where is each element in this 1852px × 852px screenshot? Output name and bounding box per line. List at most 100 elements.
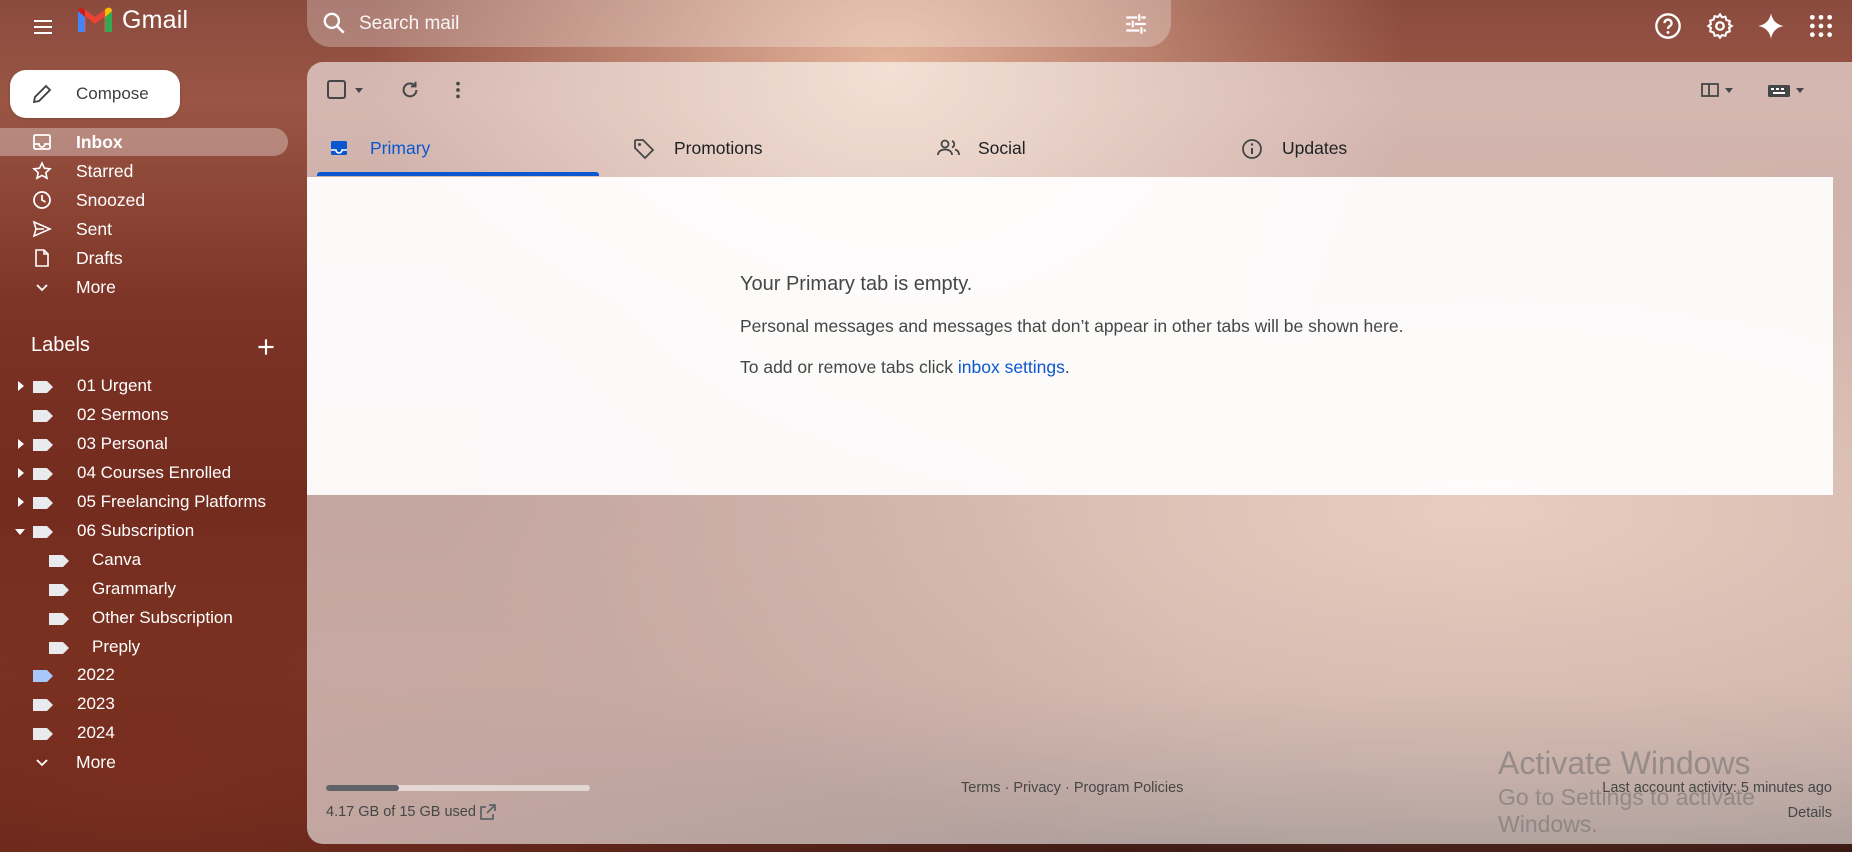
- gmail-m-icon: [78, 7, 112, 32]
- more-actions-button[interactable]: [447, 79, 469, 101]
- nav-item-label: Sent: [76, 219, 112, 239]
- last-account-activity: Last account activity: 5 minutes ago: [1602, 780, 1832, 796]
- label-text: 03 Personal: [77, 434, 168, 453]
- input-tools-toggle[interactable]: [1767, 80, 1807, 100]
- nav-item-label: More: [76, 277, 116, 297]
- caret-right-icon[interactable]: [17, 497, 25, 507]
- nav-item-label: Drafts: [76, 248, 123, 268]
- people-icon: [937, 138, 961, 158]
- caret-down-icon[interactable]: [15, 528, 25, 536]
- category-tabs: Primary Promotions Social Updates: [317, 120, 1841, 176]
- empty-state-title: Your Primary tab is empty.: [740, 273, 973, 295]
- search-input[interactable]: [359, 0, 1059, 47]
- privacy-link[interactable]: Privacy: [1013, 780, 1061, 796]
- label-text: Other Subscription: [92, 608, 233, 627]
- label-item-canva[interactable]: Canva: [0, 547, 288, 574]
- nav-item-inbox[interactable]: Inbox: [0, 128, 288, 156]
- keyboard-icon: [1768, 85, 1804, 97]
- tab-updates[interactable]: Updates: [1229, 120, 1511, 176]
- hint-suffix: .: [1064, 357, 1070, 377]
- caret-right-icon[interactable]: [17, 439, 25, 449]
- info-icon: [1241, 138, 1263, 160]
- clock-icon: [32, 190, 52, 210]
- select-all-checkbox[interactable]: [327, 80, 365, 100]
- details-link[interactable]: Details: [1788, 805, 1832, 821]
- help-button[interactable]: [1650, 8, 1686, 44]
- search-icon[interactable]: [321, 10, 347, 36]
- nav-item-sent[interactable]: Sent: [0, 215, 288, 243]
- footer-links: Terms · Privacy · Program Policies: [961, 780, 1183, 796]
- label-item-05-freelancing[interactable]: 05 Freelancing Platforms: [0, 489, 288, 516]
- compose-label: Compose: [76, 84, 149, 103]
- label-icon: [32, 438, 54, 452]
- nav-item-drafts[interactable]: Drafts: [0, 244, 288, 272]
- program-policies-link[interactable]: Program Policies: [1074, 780, 1184, 796]
- label-item-grammarly[interactable]: Grammarly: [0, 576, 288, 603]
- nav-item-more[interactable]: More: [0, 273, 288, 301]
- label-item-04-courses[interactable]: 04 Courses Enrolled: [0, 460, 288, 487]
- settings-button[interactable]: [1702, 8, 1738, 44]
- terms-link[interactable]: Terms: [961, 780, 1000, 796]
- pencil-icon: [32, 84, 52, 104]
- nav-item-label: Starred: [76, 161, 134, 181]
- gemini-button[interactable]: [1753, 8, 1789, 44]
- nav-item-label: Inbox: [76, 132, 123, 152]
- caret-right-icon[interactable]: [17, 468, 25, 478]
- help-icon: [1655, 13, 1681, 39]
- tab-social[interactable]: Social: [925, 120, 1207, 176]
- tab-label: Primary: [370, 138, 431, 158]
- hamburger-icon: [34, 20, 52, 34]
- app-name: Gmail: [122, 5, 189, 34]
- tab-primary[interactable]: Primary: [317, 120, 599, 176]
- tab-promotions[interactable]: Promotions: [621, 120, 903, 176]
- storage-usage-text[interactable]: 4.17 GB of 15 GB used: [326, 804, 476, 820]
- label-item-03-personal[interactable]: 03 Personal: [0, 431, 288, 458]
- tag-icon: [633, 138, 655, 160]
- labels-more-label: More: [76, 752, 116, 772]
- label-icon: [32, 669, 54, 683]
- sparkle-icon: [1758, 13, 1784, 39]
- label-icon: [48, 612, 70, 626]
- open-external-icon: [480, 804, 496, 820]
- label-item-other-subscription[interactable]: Other Subscription: [0, 605, 288, 632]
- separator: ·: [1060, 780, 1074, 796]
- main-menu-button[interactable]: [26, 10, 60, 44]
- gear-icon: [1706, 12, 1734, 40]
- label-item-preply[interactable]: Preply: [0, 634, 288, 661]
- inbox-settings-link[interactable]: inbox settings: [958, 357, 1065, 377]
- labels-more[interactable]: More: [0, 748, 288, 776]
- label-item-2024[interactable]: 2024: [0, 720, 288, 747]
- nav-item-starred[interactable]: Starred: [0, 157, 288, 185]
- nav-item-snoozed[interactable]: Snoozed: [0, 186, 288, 214]
- label-item-02-sermons[interactable]: 02 Sermons: [0, 402, 288, 429]
- nav-item-label: Snoozed: [76, 190, 146, 210]
- more-vert-icon: [456, 81, 460, 99]
- apps-button[interactable]: [1803, 8, 1839, 44]
- search-bar[interactable]: [307, 0, 1171, 47]
- chevron-down-icon: [32, 752, 52, 772]
- label-text: 2024: [77, 723, 115, 742]
- manage-storage-link[interactable]: [478, 802, 498, 822]
- label-item-2022[interactable]: 2022: [0, 662, 288, 689]
- plus-icon: [258, 339, 274, 355]
- label-text: 01 Urgent: [77, 376, 152, 395]
- hint-prefix: To add or remove tabs click: [740, 357, 958, 377]
- search-options-icon[interactable]: [1123, 11, 1149, 37]
- apps-grid-icon: [1809, 14, 1833, 38]
- gmail-logo[interactable]: Gmail: [76, 5, 188, 35]
- label-icon: [32, 467, 54, 481]
- send-icon: [32, 219, 52, 239]
- storage-usage-bar: [326, 785, 590, 791]
- refresh-button[interactable]: [399, 79, 421, 101]
- label-item-01-urgent[interactable]: 01 Urgent: [0, 373, 288, 400]
- label-item-2023[interactable]: 2023: [0, 691, 288, 718]
- chevron-down-icon: [32, 277, 52, 297]
- split-pane-toggle[interactable]: [1701, 80, 1735, 100]
- label-icon: [32, 409, 54, 423]
- caret-right-icon[interactable]: [17, 381, 25, 391]
- compose-button[interactable]: Compose: [10, 70, 180, 118]
- label-item-06-subscription[interactable]: 06 Subscription: [0, 518, 288, 545]
- inbox-icon: [329, 138, 349, 158]
- create-label-button[interactable]: [253, 334, 279, 360]
- label-text: Canva: [92, 550, 142, 569]
